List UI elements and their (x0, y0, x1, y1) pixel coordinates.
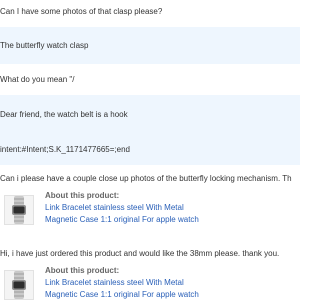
message-text: What do you mean "/ (0, 75, 75, 84)
message-item: Can i please have a couple close up phot… (0, 165, 300, 236)
product-card: About this product: Link Bracelet stainl… (0, 264, 300, 300)
message-item: Dear friend, the watch belt is a hook (0, 95, 300, 132)
product-link[interactable]: Link Bracelet stainless steel With Metal (45, 278, 184, 288)
message-item: Can I have some photos of that clasp ple… (0, 0, 300, 28)
message-item: What do you mean "/ (0, 64, 300, 96)
message-text: Can I have some photos of that clasp ple… (0, 7, 163, 16)
product-card-title: About this product: (45, 191, 120, 200)
product-card: About this product: Link Bracelet stainl… (0, 189, 300, 229)
message-item: The butterfly watch clasp (0, 27, 300, 65)
product-link-continued[interactable]: Magnetic Case 1:1 original For apple wat… (45, 290, 199, 300)
message-text: Dear friend, the watch belt is a hook (0, 110, 128, 119)
message-text: intent:#Intent;S.K_1171477665=;end (0, 145, 130, 154)
product-card-title: About this product: (45, 266, 120, 275)
message-thread: Can I have some photos of that clasp ple… (0, 0, 300, 300)
product-link-continued[interactable]: Magnetic Case 1:1 original For apple wat… (45, 215, 199, 225)
product-link[interactable]: Link Bracelet stainless steel With Metal (45, 203, 184, 213)
message-item: intent:#Intent;S.K_1171477665=;end (0, 131, 300, 166)
watch-bracelet-thumbnail-icon[interactable] (4, 195, 34, 225)
message-text: Can i please have a couple close up phot… (0, 174, 292, 183)
watch-bracelet-thumbnail-icon[interactable] (4, 270, 34, 300)
message-text: Hi, i have just ordered this product and… (0, 249, 280, 258)
message-text: The butterfly watch clasp (0, 41, 89, 50)
message-item: Hi, i have just ordered this product and… (0, 235, 300, 300)
